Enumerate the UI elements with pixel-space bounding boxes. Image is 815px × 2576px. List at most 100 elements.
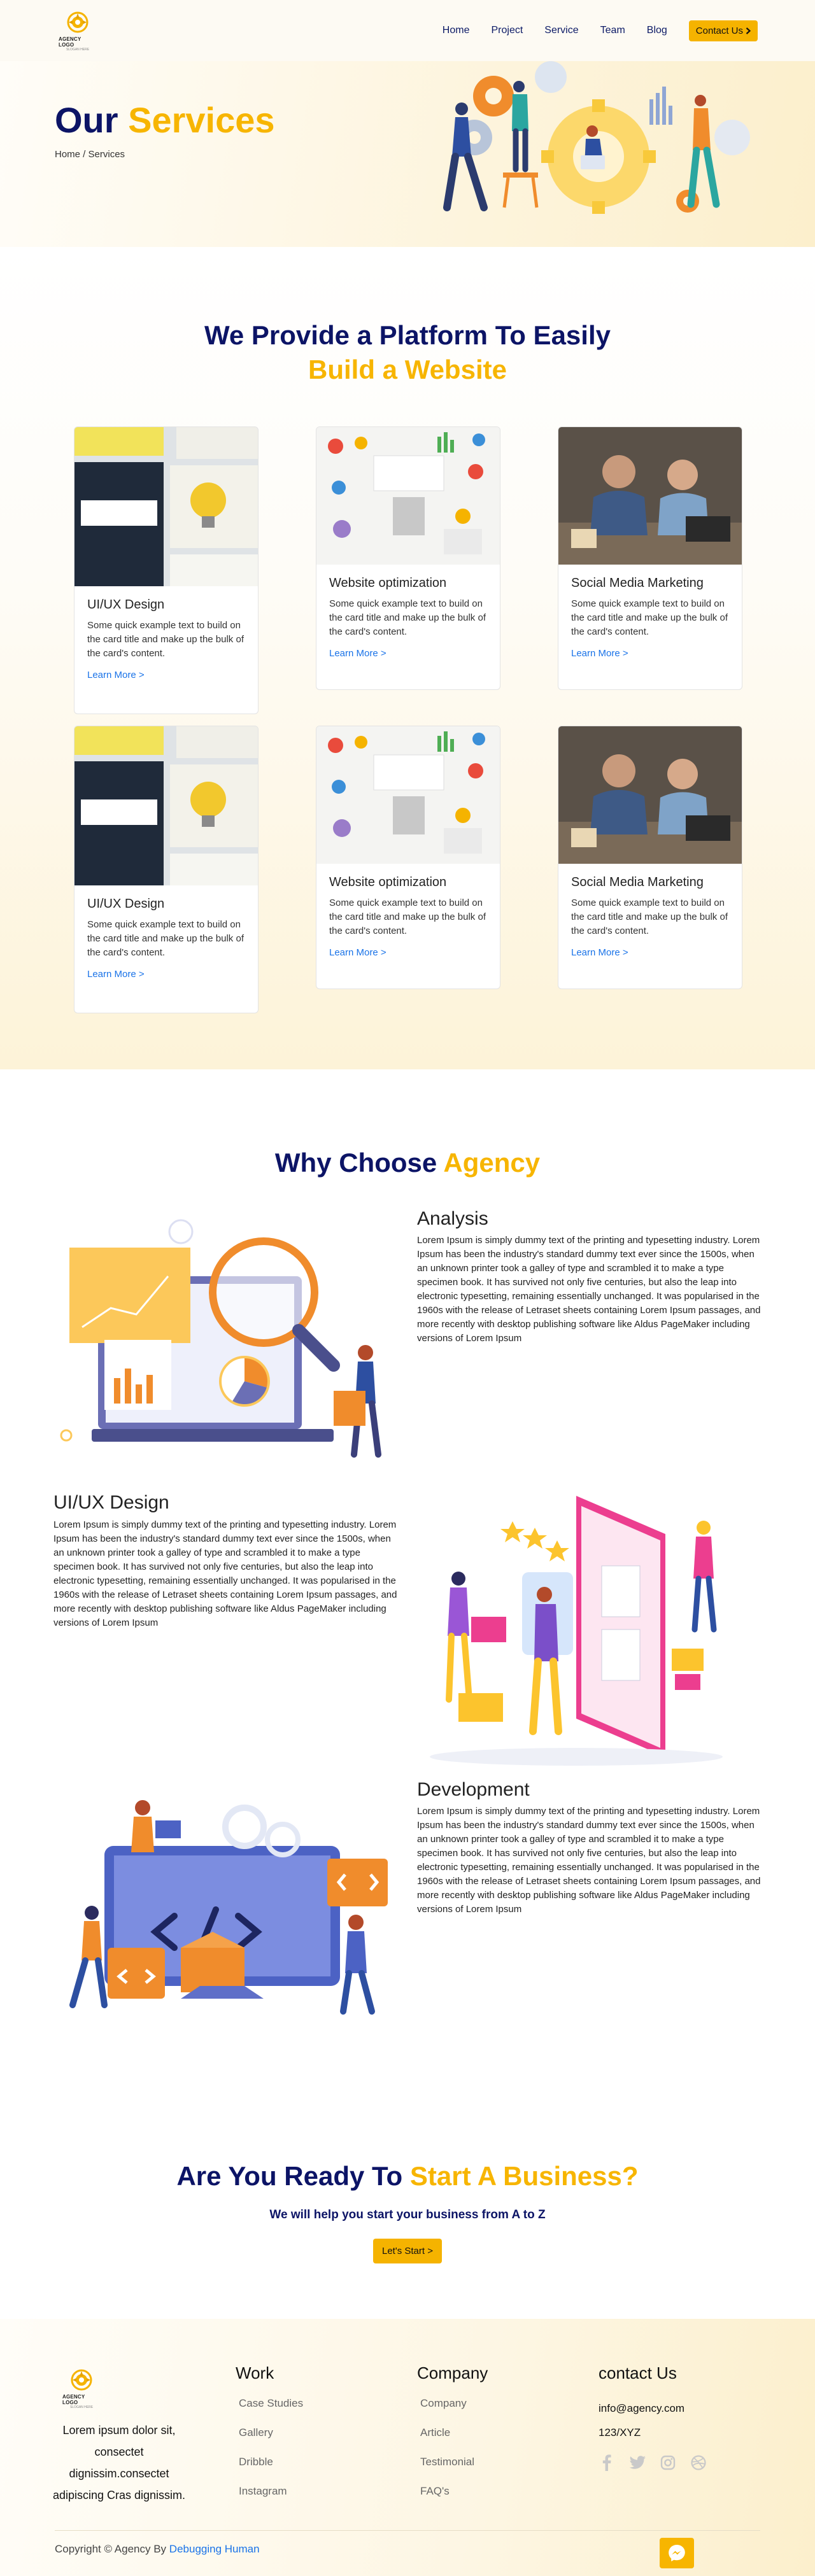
nav-link-team[interactable]: Team <box>600 25 625 36</box>
card-body: Social Media Marketing Some quick exampl… <box>558 565 742 672</box>
card-body: Website optimization Some quick example … <box>316 565 500 672</box>
learn-more-link[interactable]: Learn More > <box>87 670 145 680</box>
service-card-social-media: Social Media Marketing Some quick exampl… <box>558 426 742 690</box>
page-title: Our Services <box>55 99 275 141</box>
logo-text: AGENCY LOGO <box>62 2394 85 2405</box>
breadcrumb: Home / Services <box>55 149 125 160</box>
why-choose-heading: Why Choose Agency <box>0 1146 815 1180</box>
services-heading-line2: Build a Website <box>308 355 507 384</box>
services-heading-line1: We Provide a Platform To Easily <box>204 320 611 350</box>
footer-link-instagram[interactable]: Instagram <box>239 2485 303 2498</box>
footer-contact-column: contact Us info@agency.com 123/XYZ <box>599 2363 707 2471</box>
nav-link-home[interactable]: Home <box>443 25 470 36</box>
footer-link-article[interactable]: Article <box>420 2426 488 2439</box>
analysis-illustration <box>60 1219 381 1458</box>
footer-link-testimonial[interactable]: Testimonial <box>420 2456 488 2468</box>
why-heading-main: Why Choose <box>274 1148 437 1178</box>
hero-banner: Our Services Home / Services <box>0 61 815 247</box>
design-board-image <box>74 726 258 885</box>
page-title-main: Our <box>55 100 118 140</box>
service-card-uiux: UI/UX Design Some quick example text to … <box>74 426 259 714</box>
footer-link-case-studies[interactable]: Case Studies <box>239 2397 303 2410</box>
feature-title-analysis: Analysis <box>417 1208 488 1229</box>
feature-text-analysis: Lorem Ipsum is simply dummy text of the … <box>417 1235 761 1344</box>
footer-work-title: Work <box>236 2363 274 2382</box>
footer-link-gallery[interactable]: Gallery <box>239 2426 303 2439</box>
online-marketing-image <box>316 726 500 864</box>
nav-link-project[interactable]: Project <box>491 25 523 36</box>
feature-text-development: Lorem Ipsum is simply dummy text of the … <box>417 1806 761 1915</box>
social-links <box>599 2454 707 2471</box>
top-navbar: AGENCY LOGO SLOGAN HERE Home Project Ser… <box>0 0 815 61</box>
card-text: Some quick example text to build on the … <box>329 897 486 936</box>
cta-heading-main: Are You Ready To <box>176 2161 403 2191</box>
why-choose-section: Why Choose Agency Analysis Lorem Ipsum i… <box>0 1069 815 2263</box>
learn-more-link[interactable]: Learn More > <box>329 648 386 659</box>
learn-more-link[interactable]: Learn More > <box>571 947 628 958</box>
footer-company-title: Company <box>417 2363 488 2382</box>
card-title: Website optimization <box>329 875 447 889</box>
cta-block: Are You Ready To Start A Business? We wi… <box>0 2161 815 2263</box>
footer-logo[interactable]: AGENCY LOGO SLOGAN HERE <box>62 2367 101 2409</box>
instagram-icon[interactable] <box>660 2454 676 2471</box>
facebook-icon[interactable] <box>599 2454 615 2471</box>
contact-us-label: Contact Us <box>695 25 743 36</box>
twitter-icon[interactable] <box>629 2454 646 2471</box>
logo-tagline: SLOGAN HERE <box>69 2405 94 2409</box>
card-text: Some quick example text to build on the … <box>571 897 728 936</box>
footer-link-dribble[interactable]: Dribble <box>239 2456 303 2468</box>
footer-about-text: Lorem ipsum dolor sit, consectet digniss… <box>52 2424 186 2502</box>
messenger-chat-button[interactable] <box>660 2538 694 2568</box>
card-body: Social Media Marketing Some quick exampl… <box>558 864 742 971</box>
card-title: Social Media Marketing <box>571 576 704 590</box>
contact-us-button[interactable]: Contact Us <box>688 20 758 41</box>
team-meeting-photo <box>558 427 742 565</box>
services-section: We Provide a Platform To Easily Build a … <box>0 247 815 1069</box>
brand-logo[interactable]: AGENCY LOGO SLOGAN HERE <box>59 10 97 52</box>
team-meeting-photo <box>558 726 742 864</box>
footer-address: 123/XYZ <box>599 2426 641 2439</box>
card-title: Social Media Marketing <box>571 875 704 889</box>
why-heading-accent: Agency <box>443 1148 541 1178</box>
logo-emblem-icon <box>71 2369 92 2391</box>
copyright-text: Copyright © Agency By Debugging Human <box>55 2543 260 2556</box>
logo-text: AGENCY LOGO <box>59 36 82 48</box>
service-card-website-optimization: Website optimization Some quick example … <box>316 726 500 989</box>
footer-link-faqs[interactable]: FAQ's <box>420 2485 488 2498</box>
nav-link-blog[interactable]: Blog <box>647 25 667 36</box>
footer-link-company[interactable]: Company <box>420 2397 488 2410</box>
card-text: Some quick example text to build on the … <box>87 919 244 958</box>
card-title: Website optimization <box>329 576 447 590</box>
learn-more-link[interactable]: Learn More > <box>87 969 145 980</box>
card-text: Some quick example text to build on the … <box>571 598 728 637</box>
nav-link-service[interactable]: Service <box>544 25 578 36</box>
footer-email: info@agency.com <box>599 2402 685 2414</box>
card-text: Some quick example text to build on the … <box>87 620 244 659</box>
development-illustration <box>69 1800 388 2015</box>
design-board-image <box>74 427 258 586</box>
online-marketing-image <box>316 427 500 565</box>
services-heading: We Provide a Platform To Easily Build a … <box>0 318 815 387</box>
card-text: Some quick example text to build on the … <box>329 598 486 637</box>
learn-more-link[interactable]: Learn More > <box>329 947 386 958</box>
card-body: UI/UX Design Some quick example text to … <box>74 885 258 993</box>
messenger-icon <box>669 2545 685 2561</box>
lets-start-button[interactable]: Let's Start > <box>373 2239 442 2263</box>
footer-contact-title: contact Us <box>599 2363 677 2382</box>
logo-emblem-icon <box>67 11 89 33</box>
site-footer: AGENCY LOGO SLOGAN HERE Lorem ipsum dolo… <box>0 2319 815 2576</box>
learn-more-link[interactable]: Learn More > <box>571 648 628 659</box>
feature-title-uiux: UI/UX Design <box>53 1492 169 1513</box>
dribbble-icon[interactable] <box>690 2454 707 2471</box>
feature-text-uiux: Lorem Ipsum is simply dummy text of the … <box>53 1519 397 1628</box>
copyright-prefix: Copyright © Agency By <box>55 2543 167 2555</box>
card-title: UI/UX Design <box>87 598 165 612</box>
logo-tagline: SLOGAN HERE <box>66 48 90 52</box>
service-card-uiux: UI/UX Design Some quick example text to … <box>74 726 259 1013</box>
footer-company-column: Company Company Article Testimonial FAQ'… <box>417 2363 488 2514</box>
copyright-brand-link[interactable]: Debugging Human <box>169 2543 260 2555</box>
service-card-website-optimization: Website optimization Some quick example … <box>316 426 500 690</box>
feature-title-development: Development <box>417 1779 530 1800</box>
footer-work-column: Work Case Studies Gallery Dribble Instag… <box>236 2363 303 2514</box>
card-body: UI/UX Design Some quick example text to … <box>74 586 258 694</box>
